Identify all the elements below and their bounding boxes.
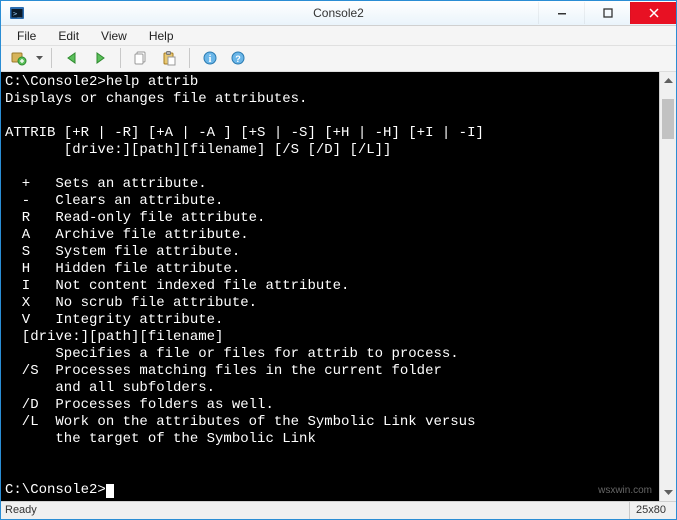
new-tab-button[interactable]: [7, 47, 31, 69]
scroll-thumb[interactable]: [662, 99, 674, 139]
menu-help[interactable]: Help: [139, 27, 184, 45]
terminal-line: [drive:][path][filename] [/S [/D] [/L]]: [5, 142, 655, 159]
toolbar-separator: [51, 48, 52, 68]
scroll-up-button[interactable]: [660, 72, 676, 89]
app-window: >_ Console2 File Edit View Help: [0, 0, 677, 520]
terminal-line: - Clears an attribute.: [5, 193, 655, 210]
terminal-line: ATTRIB [+R | -R] [+A | -A ] [+S | -S] [+…: [5, 125, 655, 142]
toolbar-separator: [120, 48, 121, 68]
next-tab-button[interactable]: [88, 47, 112, 69]
terminal-line: /L Work on the attributes of the Symboli…: [5, 414, 655, 431]
svg-text:i: i: [209, 54, 212, 65]
terminal-line: H Hidden file attribute.: [5, 261, 655, 278]
scroll-track[interactable]: [660, 89, 676, 484]
terminal-line: Specifies a file or files for attrib to …: [5, 346, 655, 363]
status-dimensions: 25x80: [629, 502, 672, 520]
paste-button[interactable]: [157, 47, 181, 69]
toolbar-separator: [189, 48, 190, 68]
terminal-line: and all subfolders.: [5, 380, 655, 397]
svg-text:>_: >_: [13, 10, 22, 18]
status-text: Ready: [5, 504, 37, 516]
scroll-down-button[interactable]: [660, 484, 676, 501]
help-button[interactable]: ?: [226, 47, 250, 69]
terminal-line: I Not content indexed file attribute.: [5, 278, 655, 295]
toolbar: i ?: [1, 46, 676, 71]
vertical-scrollbar[interactable]: [659, 72, 676, 501]
terminal-line: the target of the Symbolic Link: [5, 431, 655, 448]
new-tab-dropdown[interactable]: [35, 47, 43, 69]
cursor: [106, 484, 114, 498]
prompt: C:\Console2>: [5, 74, 106, 90]
terminal[interactable]: C:\Console2>help attribDisplays or chang…: [1, 72, 659, 501]
terminal-line: S System file attribute.: [5, 244, 655, 261]
command-text: help attrib: [106, 74, 198, 90]
terminal-line: R Read-only file attribute.: [5, 210, 655, 227]
copy-button[interactable]: [129, 47, 153, 69]
menu-view[interactable]: View: [91, 27, 137, 45]
minimize-button[interactable]: [538, 2, 584, 24]
terminal-line: /D Processes folders as well.: [5, 397, 655, 414]
titlebar[interactable]: >_ Console2: [1, 1, 676, 26]
statusbar: Ready 25x80: [1, 501, 676, 520]
menu-file[interactable]: File: [7, 27, 46, 45]
console-area: C:\Console2>help attribDisplays or chang…: [1, 72, 676, 501]
terminal-line: X No scrub file attribute.: [5, 295, 655, 312]
menubar: File Edit View Help: [1, 26, 676, 46]
settings-button[interactable]: i: [198, 47, 222, 69]
window-controls: [538, 2, 676, 24]
terminal-line: /S Processes matching files in the curre…: [5, 363, 655, 380]
svg-text:?: ?: [235, 54, 241, 64]
terminal-line: V Integrity attribute.: [5, 312, 655, 329]
terminal-line: A Archive file attribute.: [5, 227, 655, 244]
maximize-button[interactable]: [584, 2, 630, 24]
prev-tab-button[interactable]: [60, 47, 84, 69]
menu-edit[interactable]: Edit: [48, 27, 89, 45]
terminal-line: [drive:][path][filename]: [5, 329, 655, 346]
prompt: C:\Console2>: [5, 482, 106, 498]
terminal-line: Displays or changes file attributes.: [5, 91, 655, 108]
terminal-line: + Sets an attribute.: [5, 176, 655, 193]
app-icon: >_: [9, 5, 25, 21]
close-button[interactable]: [630, 2, 676, 24]
